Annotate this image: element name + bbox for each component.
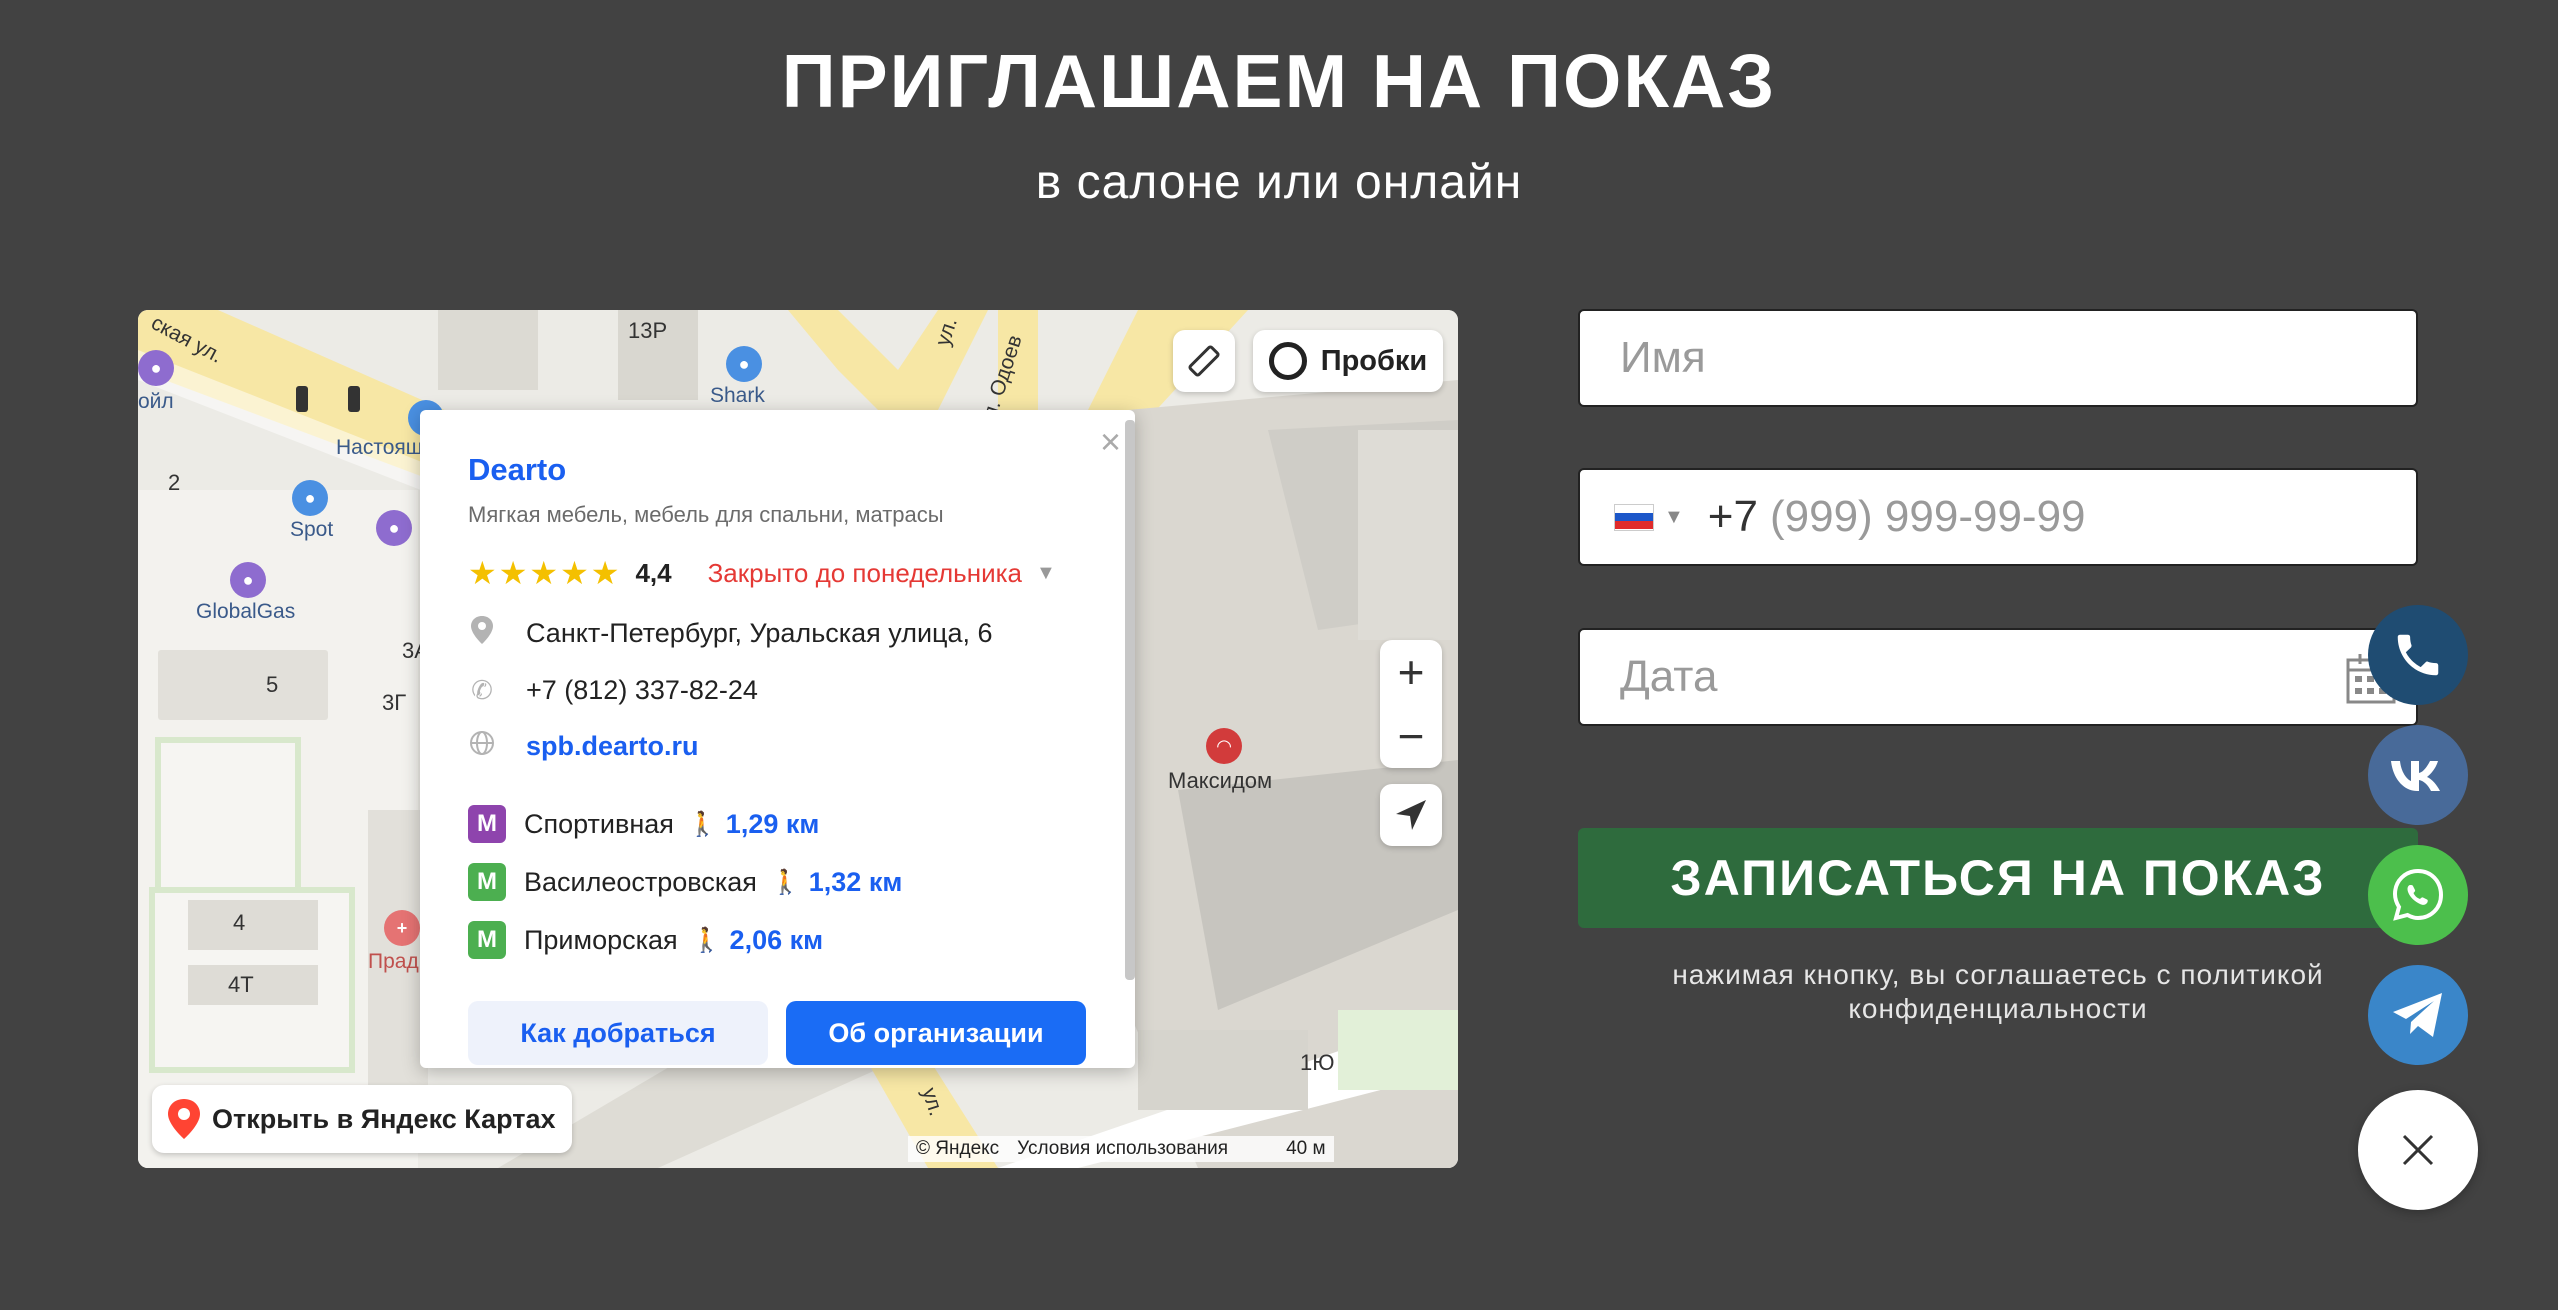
map-footer: © Яндекс Условия использования 40 м xyxy=(908,1136,1334,1162)
zoom-in-button[interactable]: + xyxy=(1380,640,1442,704)
about-organization-button[interactable]: Об организации xyxy=(786,1001,1086,1065)
metro-station-row: М Приморская 🚶 2,06 км xyxy=(468,921,1087,959)
vk-button[interactable] xyxy=(2368,725,2468,825)
page-title: ПРИГЛАШАЕМ НА ПОКАЗ xyxy=(781,39,1777,123)
phone-placeholder: (999) 999-99-99 xyxy=(1769,492,2086,541)
call-button[interactable] xyxy=(2368,605,2468,705)
map-terms-link[interactable]: Условия использования xyxy=(1017,1138,1228,1160)
poi-gas-station-icon[interactable]: ● xyxy=(230,562,266,598)
whatsapp-button[interactable] xyxy=(2368,845,2468,945)
metro-station-name: Приморская xyxy=(524,924,678,955)
ruler-icon xyxy=(1188,345,1220,377)
open-in-maps-label: Открыть в Яндекс Картах xyxy=(212,1103,556,1134)
address-text: Санкт-Петербург, Уральская улица, 6 xyxy=(526,618,993,648)
metro-distance[interactable]: 1,29 км xyxy=(726,809,820,840)
submit-button[interactable]: ЗАПИСАТЬСЯ НА ПОКАЗ xyxy=(1578,828,2418,928)
poi-store-icon[interactable]: ◠ xyxy=(1206,728,1242,764)
poi-label: Максидом xyxy=(1168,768,1273,793)
phone-prefix: +7 xyxy=(1707,492,1758,541)
poi-label: Spot xyxy=(290,518,334,541)
card-actions: Как добраться Об организации xyxy=(468,1001,1087,1065)
open-in-yandex-maps-button[interactable]: Открыть в Яндекс Картах xyxy=(152,1085,572,1153)
working-hours-status[interactable]: Закрыто до понедельника xyxy=(708,558,1022,589)
zoom-out-button[interactable]: − xyxy=(1380,704,1442,768)
organization-category: Мягкая мебель, мебель для спальни, матра… xyxy=(468,502,944,527)
poi-car-service-icon[interactable]: ● xyxy=(726,346,762,382)
map-building-label: 5 xyxy=(266,672,279,697)
metro-station-name: Василеостровская xyxy=(524,866,757,897)
globe-icon xyxy=(468,730,496,763)
page-subtitle: в салоне или онлайн xyxy=(1035,156,1523,209)
card-close-icon[interactable]: × xyxy=(1100,424,1121,460)
website-link[interactable]: spb.dearto.ru xyxy=(526,731,699,762)
metro-distance[interactable]: 1,32 км xyxy=(809,867,903,898)
zoom-control: + − xyxy=(1380,640,1442,768)
traffic-icon xyxy=(1268,342,1307,380)
rating-value: 4,4 xyxy=(635,557,672,588)
chevron-down-icon[interactable]: ▼ xyxy=(1036,562,1056,585)
yandex-map[interactable]: ская ул. ул. Одоев ул. ул. 13Р 2 5 3А 3Г… xyxy=(138,310,1458,1168)
organization-card: × Dearto Мягкая мебель, мебель для спаль… xyxy=(420,410,1135,1068)
privacy-consent-text[interactable]: нажимая кнопку, вы соглашаетесь с полити… xyxy=(1578,958,2418,1026)
poi-label: Прад xyxy=(368,950,419,973)
phone-text[interactable]: +7 (812) 337-82-24 xyxy=(526,675,758,706)
map-building-label: 4 xyxy=(233,910,246,935)
poi-fuel-icon[interactable]: ● xyxy=(138,350,174,386)
poi-label: Shark xyxy=(710,384,765,407)
vk-icon xyxy=(2391,761,2440,791)
walking-icon: 🚶 xyxy=(691,926,722,954)
address-row: Санкт-Петербург, Уральская улица, 6 xyxy=(468,616,1087,651)
poi-label: Настоящ xyxy=(336,436,424,459)
location-arrow-icon xyxy=(1396,800,1426,830)
walking-icon: 🚶 xyxy=(687,810,718,838)
poi-label: ойл xyxy=(138,390,174,413)
map-pin-icon xyxy=(168,1099,200,1139)
name-input[interactable]: Имя xyxy=(1578,309,2418,407)
poi-icon[interactable]: ● xyxy=(376,510,412,546)
route-button[interactable]: Как добраться xyxy=(468,1001,768,1065)
website-row: spb.dearto.ru xyxy=(468,730,1087,763)
map-scale: 40 м xyxy=(1286,1138,1326,1159)
phone-icon: ✆ xyxy=(471,675,493,705)
poi-pharmacy-icon[interactable]: + xyxy=(384,910,420,946)
map-building-label: 4Т xyxy=(228,972,254,997)
traffic-label: Пробки xyxy=(1320,344,1428,377)
map-building-label: 3Г xyxy=(382,690,407,715)
telegram-icon xyxy=(2393,993,2442,1037)
metro-icon: М xyxy=(468,805,506,843)
map-copyright[interactable]: © Яндекс xyxy=(916,1138,999,1160)
map-building-label: 13Р xyxy=(628,318,668,343)
rating-stars-icon: ★★★★★ xyxy=(468,555,622,591)
telegram-button[interactable] xyxy=(2368,965,2468,1065)
metro-icon: М xyxy=(468,863,506,901)
phone-row: ✆ +7 (812) 337-82-24 xyxy=(468,675,1087,706)
geolocation-button[interactable] xyxy=(1380,784,1442,846)
poi-label: GlobalGas xyxy=(196,600,296,623)
metro-station-name: Спортивная xyxy=(524,808,674,839)
metro-station-row: М Василеостровская 🚶 1,32 км xyxy=(468,863,1087,901)
russia-flag-icon[interactable] xyxy=(1614,503,1654,531)
card-scrollbar[interactable] xyxy=(1125,420,1135,980)
close-contacts-button[interactable] xyxy=(2358,1090,2478,1210)
map-building-label: 1Ю xyxy=(1300,1050,1335,1075)
date-placeholder: Дата xyxy=(1620,652,1718,701)
map-pin-icon xyxy=(468,616,496,651)
close-icon xyxy=(2402,1134,2434,1166)
date-input[interactable]: Дата xyxy=(1578,628,2418,726)
phone-input[interactable]: ▼ +7 (999) 999-99-99 xyxy=(1578,468,2418,566)
chevron-down-icon[interactable]: ▼ xyxy=(1664,506,1684,529)
name-placeholder: Имя xyxy=(1620,333,1706,382)
poi-car-service-icon[interactable]: ● xyxy=(292,480,328,516)
whatsapp-icon xyxy=(2392,868,2444,921)
metro-station-row: М Спортивная 🚶 1,29 км xyxy=(468,805,1087,843)
organization-name-link[interactable]: Dearto xyxy=(468,452,1087,488)
ruler-button[interactable] xyxy=(1173,330,1235,392)
metro-distance[interactable]: 2,06 км xyxy=(730,925,824,956)
metro-icon: М xyxy=(468,921,506,959)
traffic-button[interactable]: Пробки xyxy=(1253,330,1443,392)
rating-row: ★★★★★ 4,4 Закрыто до понедельника ▼ xyxy=(468,554,1087,592)
map-building-label: 2 xyxy=(168,470,181,495)
phone-icon xyxy=(2397,634,2439,676)
walking-icon: 🚶 xyxy=(770,868,801,896)
